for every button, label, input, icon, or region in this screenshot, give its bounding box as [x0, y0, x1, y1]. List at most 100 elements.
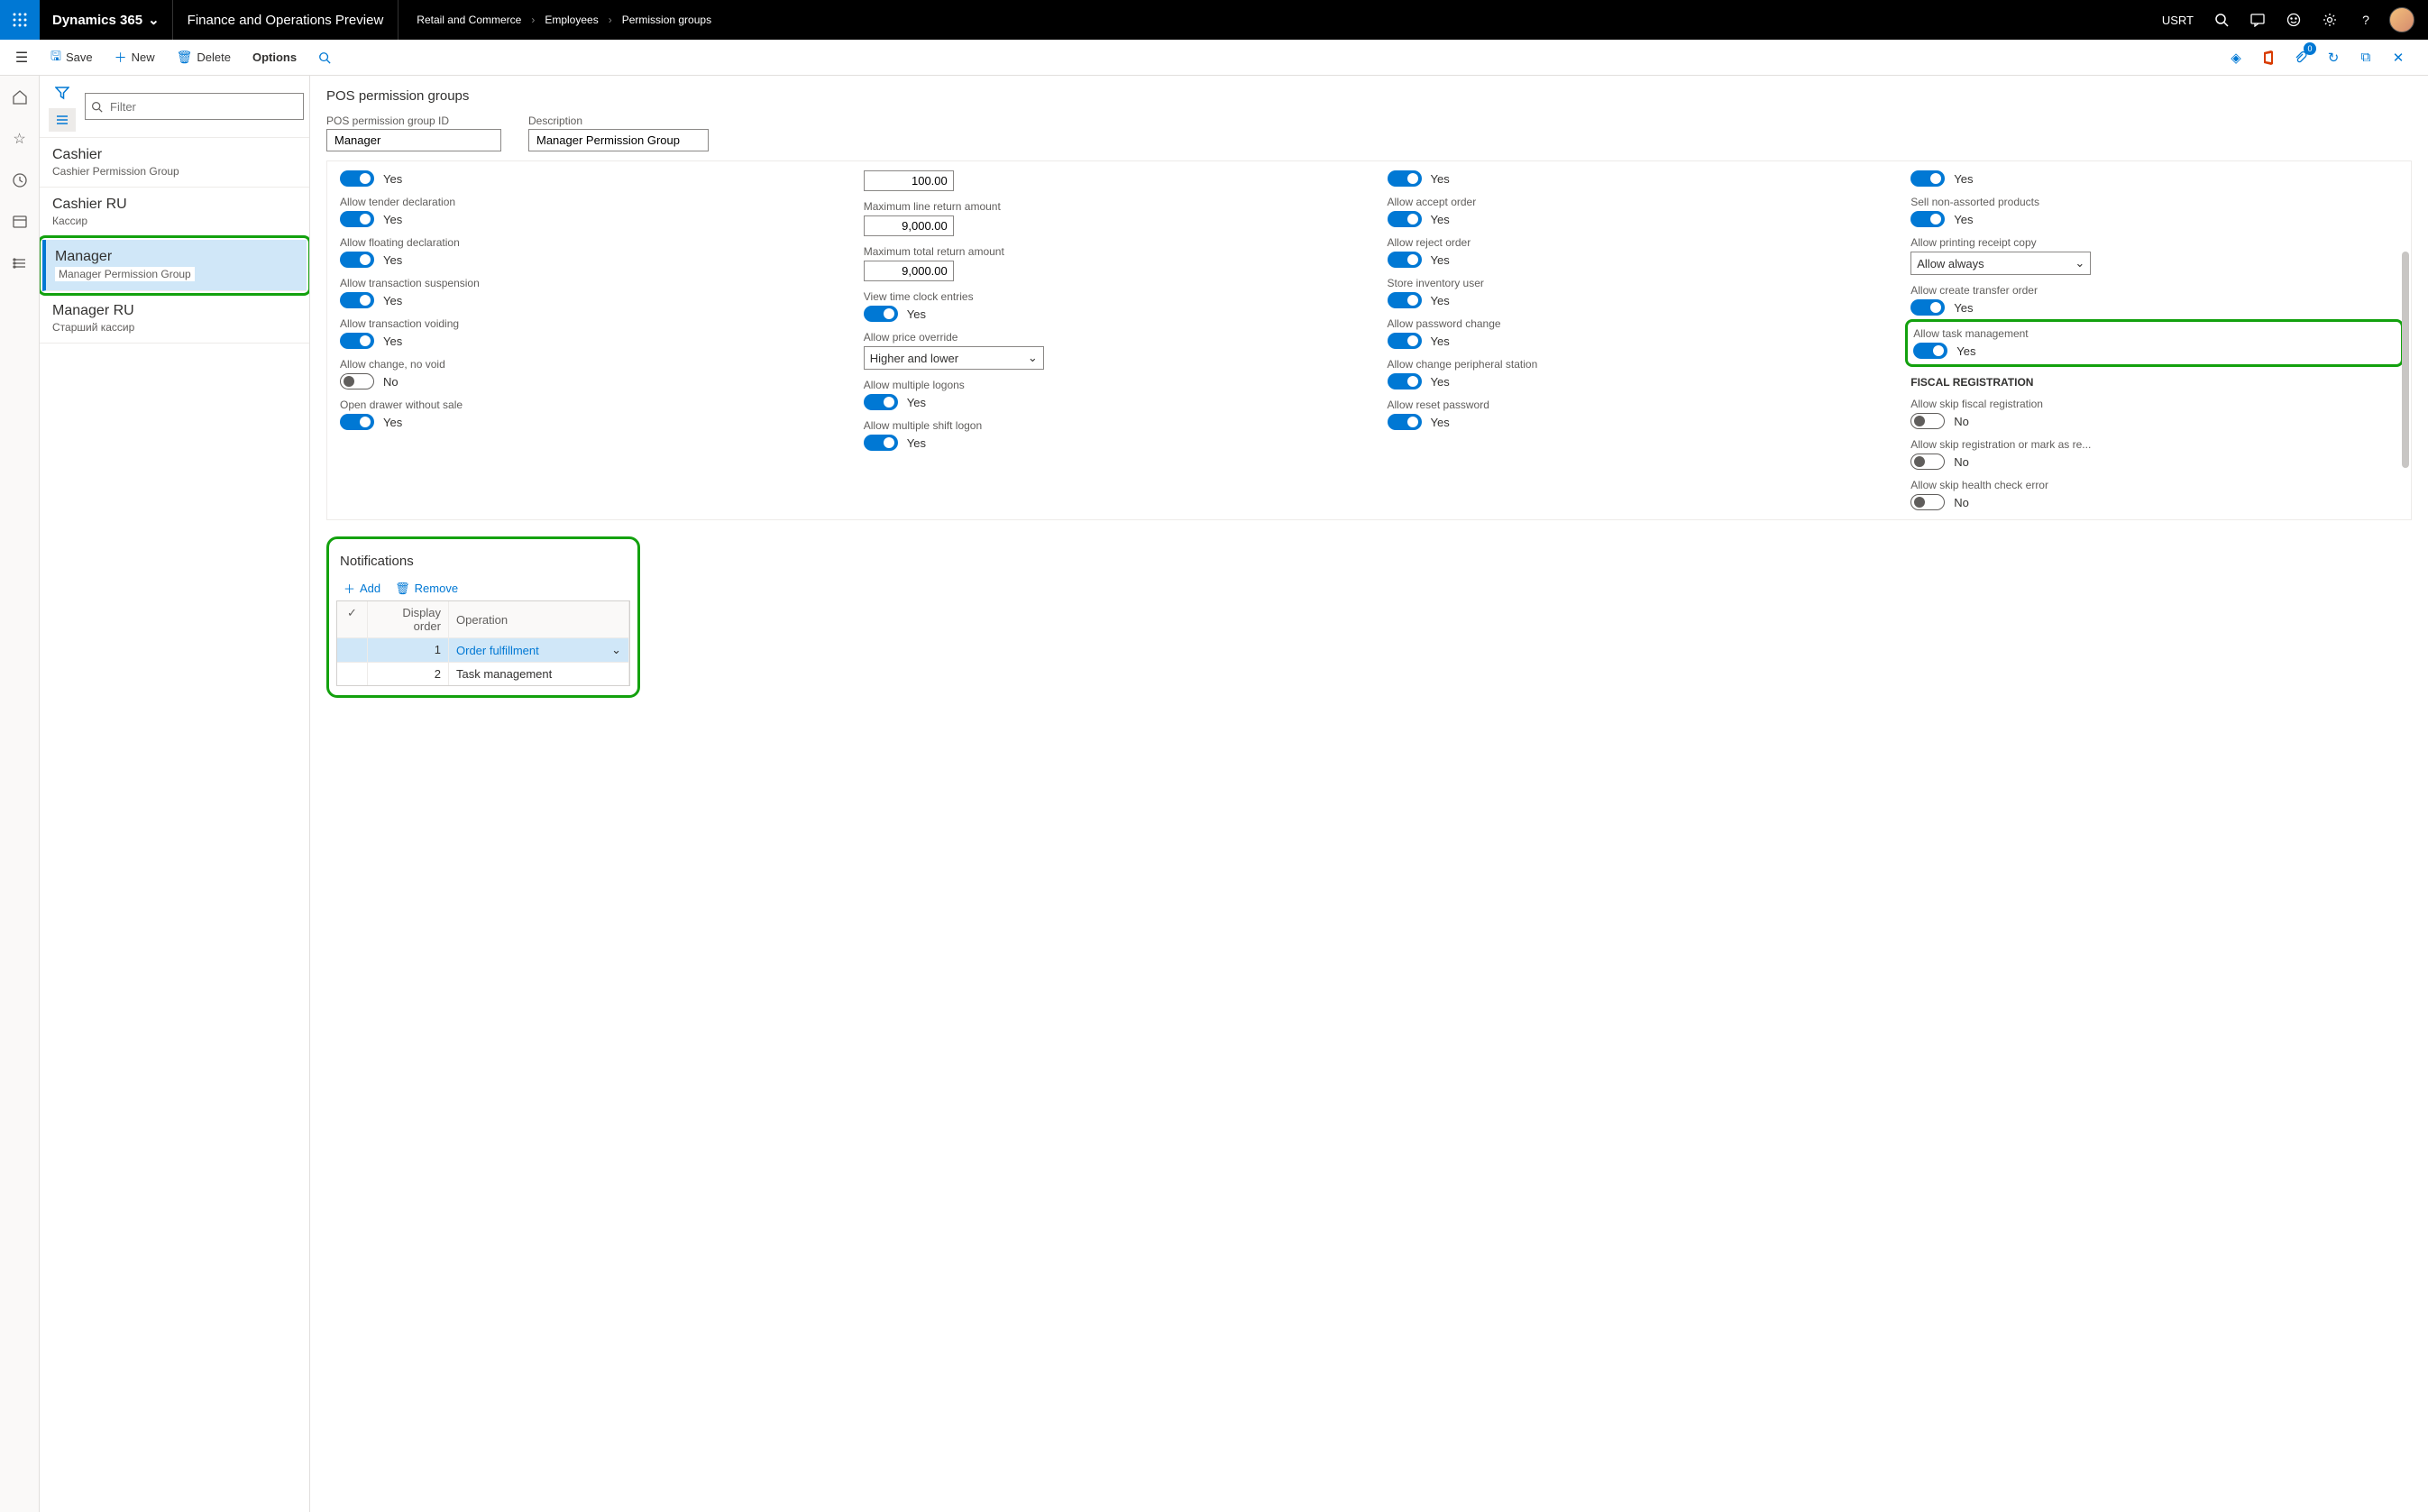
list-item-desc: Manager Permission Group: [55, 267, 195, 281]
save-button[interactable]: 🖫 Save: [41, 43, 102, 72]
cell-operation[interactable]: Task management: [449, 663, 629, 685]
list-item-selected[interactable]: Manager Manager Permission Group: [42, 240, 307, 291]
toggle-switch[interactable]: [1388, 211, 1422, 227]
desc-field-group: Description: [528, 115, 709, 151]
list-item[interactable]: Manager RU Старший кассир: [40, 294, 309, 344]
toggle-switch[interactable]: [1910, 454, 1945, 470]
toggle-switch[interactable]: [1388, 292, 1422, 308]
attachments-button[interactable]: 0: [2287, 44, 2314, 71]
user-avatar[interactable]: [2385, 0, 2419, 40]
home-icon[interactable]: [5, 83, 34, 112]
toggle-value: No: [383, 375, 399, 389]
toggle-switch[interactable]: [864, 306, 898, 322]
toggle-switch[interactable]: [1910, 413, 1945, 429]
desc-input[interactable]: [528, 129, 709, 151]
breadcrumb-item[interactable]: Permission groups: [622, 14, 711, 26]
number-input[interactable]: [864, 215, 954, 236]
cell-order[interactable]: 2: [368, 663, 449, 685]
toggle-switch[interactable]: [1388, 170, 1422, 187]
filter-funnel-icon[interactable]: [49, 81, 76, 105]
toggle-switch[interactable]: [864, 435, 898, 451]
help-icon[interactable]: ?: [2349, 0, 2383, 40]
smiley-icon[interactable]: [2277, 0, 2311, 40]
field-label: View time clock entries: [864, 290, 1351, 303]
chat-icon[interactable]: [2240, 0, 2275, 40]
number-input[interactable]: [864, 170, 954, 191]
table-row[interactable]: 1 Order fulfillment⌄: [337, 638, 629, 663]
toggle-switch[interactable]: [1910, 494, 1945, 510]
breadcrumb-item[interactable]: Retail and Commerce: [417, 14, 521, 26]
toggle-value: Yes: [907, 436, 926, 450]
col-header-order[interactable]: Display order: [368, 601, 449, 637]
toggle-switch[interactable]: [1388, 373, 1422, 389]
toggle-switch[interactable]: [340, 252, 374, 268]
settings-grid: Yes Allow tender declarationYes Allow fl…: [326, 160, 2412, 520]
number-input[interactable]: [864, 261, 954, 281]
favorites-icon[interactable]: ☆: [5, 124, 34, 153]
field-label: Sell non-assorted products: [1910, 196, 2398, 208]
table-row[interactable]: 2 Task management: [337, 663, 629, 685]
options-button[interactable]: Options: [243, 47, 306, 68]
section-title-fiscal: FISCAL REGISTRATION: [1910, 376, 2398, 389]
popout-icon[interactable]: ⧉: [2352, 44, 2379, 71]
field-label: Open drawer without sale: [340, 399, 828, 411]
toggle-switch[interactable]: [340, 414, 374, 430]
toggle-switch[interactable]: [1388, 333, 1422, 349]
list-view-icon[interactable]: [49, 108, 76, 132]
actionbar-search-button[interactable]: [309, 48, 340, 68]
toggle-value: Yes: [907, 396, 926, 409]
field-label: Maximum total return amount: [864, 245, 1351, 258]
select-receipt-copy[interactable]: Allow always⌄: [1910, 252, 2091, 275]
field-label: Allow printing receipt copy: [1910, 236, 2398, 249]
toggle-value: Yes: [383, 253, 402, 267]
link-icon[interactable]: ◈: [2222, 44, 2249, 71]
list-item[interactable]: Cashier Cashier Permission Group: [40, 138, 309, 188]
refresh-icon[interactable]: ↻: [2320, 44, 2347, 71]
app-launcher-button[interactable]: [0, 0, 40, 40]
close-icon[interactable]: ✕: [2385, 44, 2412, 71]
field-label: Allow create transfer order: [1910, 284, 2398, 297]
toggle-switch[interactable]: [1910, 299, 1945, 316]
toggle-switch[interactable]: [340, 211, 374, 227]
nav-toggle-button[interactable]: ☰: [5, 49, 38, 67]
col-header-operation[interactable]: Operation: [449, 601, 629, 637]
breadcrumb-item[interactable]: Employees: [545, 14, 598, 26]
filter-input[interactable]: [108, 99, 298, 115]
company-picker[interactable]: USRT: [2151, 14, 2204, 27]
select-price-override[interactable]: Higher and lower⌄: [864, 346, 1044, 370]
toggle-switch[interactable]: [340, 170, 374, 187]
id-input[interactable]: [326, 129, 501, 151]
search-icon[interactable]: [2204, 0, 2239, 40]
toggle-switch[interactable]: [340, 333, 374, 349]
office-icon[interactable]: [2255, 44, 2282, 71]
toggle-switch[interactable]: [864, 394, 898, 410]
toggle-switch[interactable]: [1913, 343, 1947, 359]
cell-operation[interactable]: Order fulfillment⌄: [449, 638, 629, 662]
delete-button[interactable]: 🗑 Delete: [168, 46, 240, 69]
new-button[interactable]: ＋ New: [105, 45, 164, 70]
row-checkbox[interactable]: [337, 663, 368, 685]
add-button[interactable]: ＋Add: [344, 580, 380, 597]
toggle-switch[interactable]: [340, 373, 374, 389]
toggle-switch[interactable]: [1388, 414, 1422, 430]
select-all-checkbox[interactable]: ✓: [337, 601, 368, 637]
row-checkbox[interactable]: [337, 638, 368, 662]
toggle-switch[interactable]: [1910, 170, 1945, 187]
actionbar-right-icons: ◈ 0 ↻ ⧉ ✕: [2222, 44, 2423, 71]
remove-button[interactable]: 🗑Remove: [395, 580, 458, 597]
cell-order[interactable]: 1: [368, 638, 449, 662]
modules-icon[interactable]: [5, 249, 34, 278]
toggle-value: Yes: [907, 307, 926, 321]
brand-dropdown[interactable]: Dynamics 365 ⌄: [40, 0, 173, 40]
field-label: Allow skip registration or mark as re...: [1910, 438, 2398, 451]
recent-icon[interactable]: [5, 166, 34, 195]
field-label: Allow multiple shift logon: [864, 419, 1351, 432]
toggle-switch[interactable]: [340, 292, 374, 308]
filter-input-wrapper[interactable]: [85, 93, 304, 120]
toggle-switch[interactable]: [1910, 211, 1945, 227]
toggle-switch[interactable]: [1388, 252, 1422, 268]
scrollbar[interactable]: [2402, 252, 2409, 468]
list-item[interactable]: Cashier RU Кассир: [40, 188, 309, 237]
workspaces-icon[interactable]: [5, 207, 34, 236]
gear-icon[interactable]: [2313, 0, 2347, 40]
